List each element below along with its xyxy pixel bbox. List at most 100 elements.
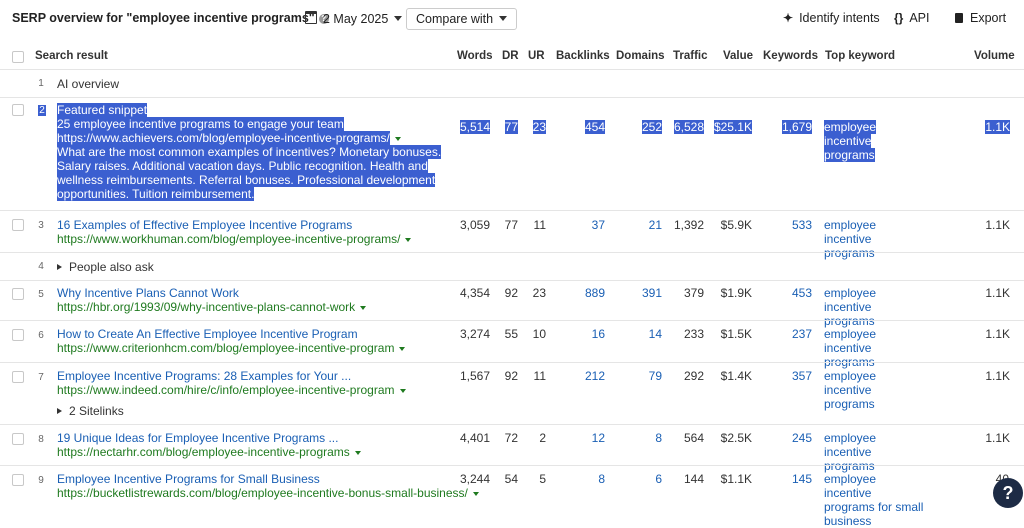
caret-right-icon	[57, 264, 62, 270]
backlinks-value[interactable]: 889	[560, 286, 605, 300]
traffic-value: 144	[683, 472, 704, 486]
domains-value[interactable]: 391	[620, 286, 662, 300]
backlinks-value[interactable]: 12	[560, 431, 605, 445]
api-button[interactable]: {} API	[894, 11, 930, 25]
result-url[interactable]: https://www.criterionhcm.com/blog/employ…	[57, 341, 394, 355]
col-ur[interactable]: UR	[528, 50, 545, 62]
row-checkbox[interactable]	[12, 371, 24, 383]
sitelinks-toggle[interactable]: 2 Sitelinks	[57, 404, 124, 418]
featured-snippet-label: Featured snippet	[57, 103, 148, 117]
people-also-ask-toggle[interactable]: People also ask	[57, 260, 154, 274]
row-checkbox[interactable]	[12, 104, 24, 116]
domains-value[interactable]: 252	[641, 120, 662, 134]
date-picker[interactable]: 2 May 2025	[305, 11, 403, 26]
col-dr[interactable]: DR	[502, 50, 519, 62]
keywords-value[interactable]: 533	[770, 218, 812, 232]
traffic-value: 564	[683, 431, 704, 445]
result-title[interactable]: 25 employee incentive programs to engage…	[57, 117, 344, 131]
identify-intents-button[interactable]: ✦ Identify intents	[783, 11, 880, 25]
ur-value: 5	[539, 472, 546, 486]
col-volume[interactable]: Volume	[974, 50, 1015, 62]
col-words[interactable]: Words	[457, 50, 493, 62]
keywords-value[interactable]: 145	[770, 472, 812, 486]
result-url[interactable]: https://hbr.org/1993/09/why-incentive-pl…	[57, 300, 355, 314]
chevron-down-icon[interactable]	[394, 137, 401, 141]
result-title[interactable]: Why Incentive Plans Cannot Work	[57, 286, 366, 300]
result-title[interactable]: 16 Examples of Effective Employee Incent…	[57, 218, 411, 232]
volume-value: 1.1K	[985, 327, 1010, 341]
page-title: SERP overview for "employee incentive pr…	[12, 11, 329, 25]
top-keyword-link[interactable]: employee incentive programs	[824, 120, 877, 162]
domains-value[interactable]: 79	[620, 369, 662, 383]
chevron-down-icon	[499, 16, 508, 21]
words-value: 4,354	[459, 286, 490, 300]
result-url[interactable]: https://www.achievers.com/blog/employee-…	[57, 131, 390, 145]
export-button[interactable]: Export	[955, 11, 1006, 25]
backlinks-value[interactable]: 454	[584, 120, 605, 134]
words-value: 1,567	[459, 369, 490, 383]
keywords-value[interactable]: 1,679	[781, 120, 812, 134]
chevron-down-icon[interactable]	[399, 389, 406, 393]
top-keyword-link[interactable]: employee incentive programs	[824, 431, 924, 473]
toolbar: SERP overview for "employee incentive pr…	[0, 0, 1024, 38]
domains-value[interactable]: 6	[620, 472, 662, 486]
col-traffic[interactable]: Traffic	[673, 50, 708, 62]
result-title[interactable]: Employee Incentive Programs: 28 Examples…	[57, 369, 406, 383]
result-url[interactable]: https://www.indeed.com/hire/c/info/emplo…	[57, 383, 395, 397]
col-keywords[interactable]: Keywords	[763, 50, 818, 62]
keywords-value[interactable]: 357	[770, 369, 812, 383]
col-domains[interactable]: Domains	[616, 50, 665, 62]
value-value: $5.9K	[720, 218, 752, 232]
traffic-value: 6,528	[673, 120, 704, 134]
result-url[interactable]: https://bucketlistrewards.com/blog/emplo…	[57, 486, 468, 500]
chevron-down-icon[interactable]	[472, 492, 479, 496]
compare-with-button[interactable]: Compare with	[406, 8, 518, 30]
help-chat-button[interactable]: ?	[993, 478, 1023, 508]
col-top-keyword[interactable]: Top keyword	[825, 50, 895, 62]
select-all-checkbox[interactable]	[12, 51, 24, 63]
row-checkbox[interactable]	[12, 329, 24, 341]
keywords-value[interactable]: 453	[770, 286, 812, 300]
chevron-down-icon[interactable]	[354, 451, 361, 455]
chevron-down-icon[interactable]	[399, 347, 406, 351]
top-keyword-link[interactable]: employee incentive programs	[824, 218, 924, 260]
row-checkbox[interactable]	[12, 288, 24, 300]
snippet-text: What are the most common examples of inc…	[57, 145, 442, 201]
chevron-down-icon[interactable]	[405, 238, 412, 242]
words-value: 5,514	[459, 120, 490, 134]
domains-value[interactable]: 21	[620, 218, 662, 232]
result-url[interactable]: https://nectarhr.com/blog/employee-incen…	[57, 445, 350, 459]
backlinks-value[interactable]: 16	[560, 327, 605, 341]
value-value: $25.1K	[713, 120, 752, 134]
row-checkbox[interactable]	[12, 474, 24, 486]
backlinks-value[interactable]: 212	[560, 369, 605, 383]
dr-value: 92	[504, 286, 518, 300]
row-checkbox[interactable]	[12, 433, 24, 445]
keywords-value[interactable]: 245	[770, 431, 812, 445]
col-value[interactable]: Value	[723, 50, 753, 62]
result-title[interactable]: 19 Unique Ideas for Employee Incentive P…	[57, 431, 361, 445]
col-backlinks[interactable]: Backlinks	[556, 50, 610, 62]
top-keyword-link[interactable]: employee incentive programs	[824, 286, 924, 328]
dr-value: 54	[504, 472, 518, 486]
col-search-result[interactable]: Search result	[35, 50, 108, 62]
domains-value[interactable]: 14	[620, 327, 662, 341]
backlinks-value[interactable]: 37	[560, 218, 605, 232]
words-value: 4,401	[459, 431, 490, 445]
words-value: 3,274	[459, 327, 490, 341]
chevron-down-icon[interactable]	[360, 306, 367, 310]
top-keyword-link[interactable]: employee incentive programs	[824, 369, 924, 411]
ur-value: 10	[532, 327, 546, 341]
export-icon	[955, 13, 963, 23]
dr-value: 77	[504, 120, 518, 134]
result-title[interactable]: How to Create An Effective Employee Ince…	[57, 327, 405, 341]
domains-value[interactable]: 8	[620, 431, 662, 445]
top-keyword-link[interactable]: employee incentive programs for small bu…	[824, 472, 924, 528]
words-value: 3,059	[459, 218, 490, 232]
row-checkbox[interactable]	[12, 219, 24, 231]
dr-value: 92	[504, 369, 518, 383]
result-title[interactable]: Employee Incentive Programs for Small Bu…	[57, 472, 479, 486]
backlinks-value[interactable]: 8	[560, 472, 605, 486]
keywords-value[interactable]: 237	[770, 327, 812, 341]
result-url[interactable]: https://www.workhuman.com/blog/employee-…	[57, 232, 400, 246]
